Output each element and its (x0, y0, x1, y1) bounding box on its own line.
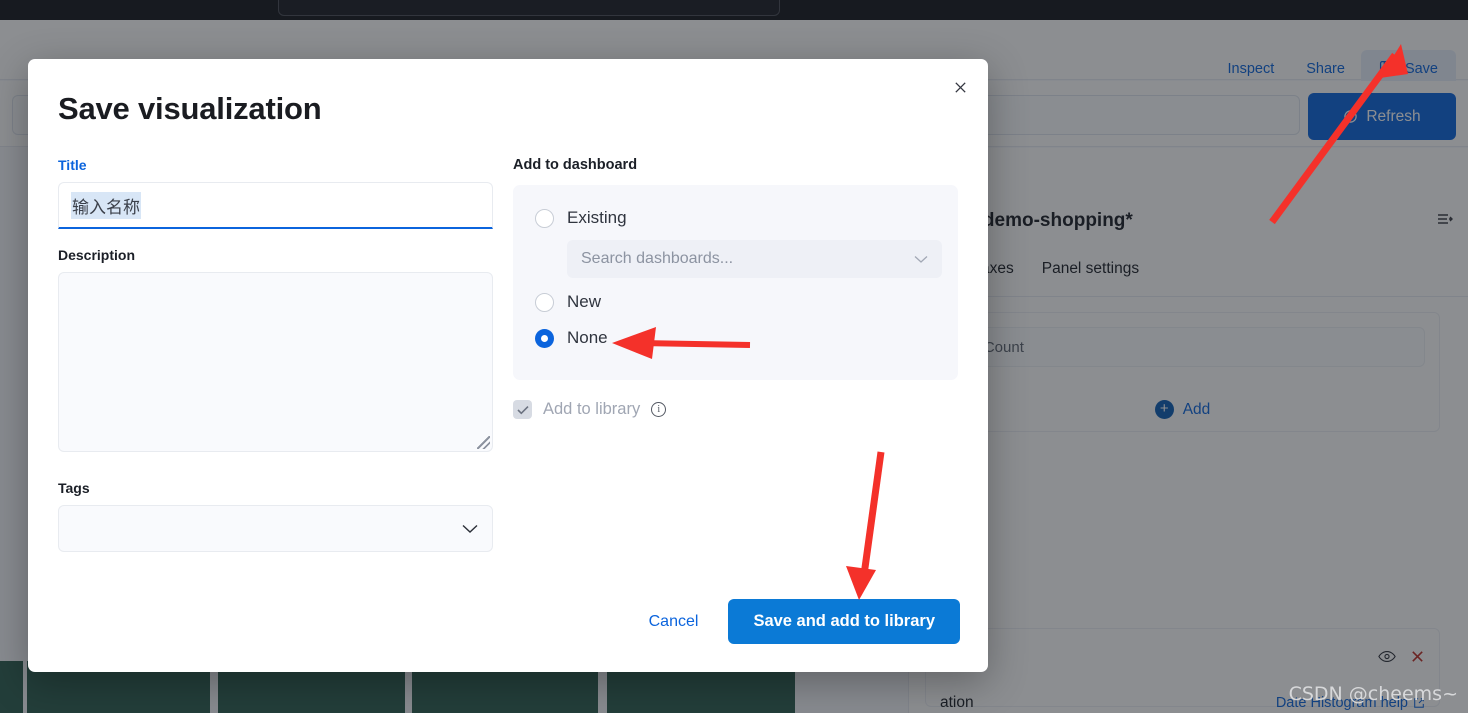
radio-option-existing[interactable]: Existing (535, 203, 958, 233)
radio-label-existing: Existing (567, 208, 627, 227)
modal-footer: Cancel Save and add to library (633, 599, 960, 644)
description-textarea[interactable] (58, 272, 493, 452)
radio-option-new[interactable]: New (535, 287, 958, 317)
add-to-library-row[interactable]: Add to library i (513, 400, 958, 419)
modal-left-column: Title 输入名称 Description Tags (58, 157, 493, 552)
resize-grip-icon[interactable] (477, 436, 490, 449)
dashboard-search-placeholder: Search dashboards... (581, 250, 734, 267)
title-field-label: Title (58, 157, 87, 173)
title-input[interactable]: 输入名称 (58, 182, 493, 229)
add-to-library-label: Add to library (543, 400, 641, 418)
modal-right-column: Add to dashboard Existing Search dashboa… (513, 157, 958, 419)
page-title: Save visualization (58, 91, 322, 126)
chevron-down-icon (462, 524, 478, 533)
title-input-placeholder: 输入名称 (71, 191, 141, 219)
dashboard-search-select[interactable]: Search dashboards... (567, 240, 942, 278)
close-icon[interactable] (944, 71, 976, 103)
radio-icon-new[interactable] (535, 292, 554, 312)
watermark: CSDN @cheems~ (1288, 683, 1458, 705)
radio-icon-existing[interactable] (535, 208, 554, 228)
radio-option-none[interactable]: None (535, 323, 958, 353)
cancel-button[interactable]: Cancel (633, 603, 715, 641)
checkmark-icon[interactable] (513, 400, 532, 419)
save-visualization-modal: Save visualization Title 输入名称 Descriptio… (28, 59, 988, 672)
description-field-label: Description (58, 247, 136, 263)
tags-field-label: Tags (58, 480, 90, 496)
modal-body: Title 输入名称 Description Tags Add to dashb… (28, 157, 988, 582)
radio-icon-none[interactable] (535, 328, 554, 348)
save-and-add-to-library-button[interactable]: Save and add to library (728, 599, 960, 644)
info-icon[interactable]: i (651, 402, 667, 417)
tags-select[interactable] (58, 505, 493, 552)
radio-label-new: New (567, 292, 602, 311)
add-to-dashboard-panel: Existing Search dashboards... New None (513, 185, 958, 380)
radio-label-none: None (567, 328, 608, 347)
add-to-dashboard-label: Add to dashboard (513, 157, 638, 173)
chevron-down-icon (914, 255, 928, 263)
screen: Inspect Share Save (0, 0, 1468, 713)
